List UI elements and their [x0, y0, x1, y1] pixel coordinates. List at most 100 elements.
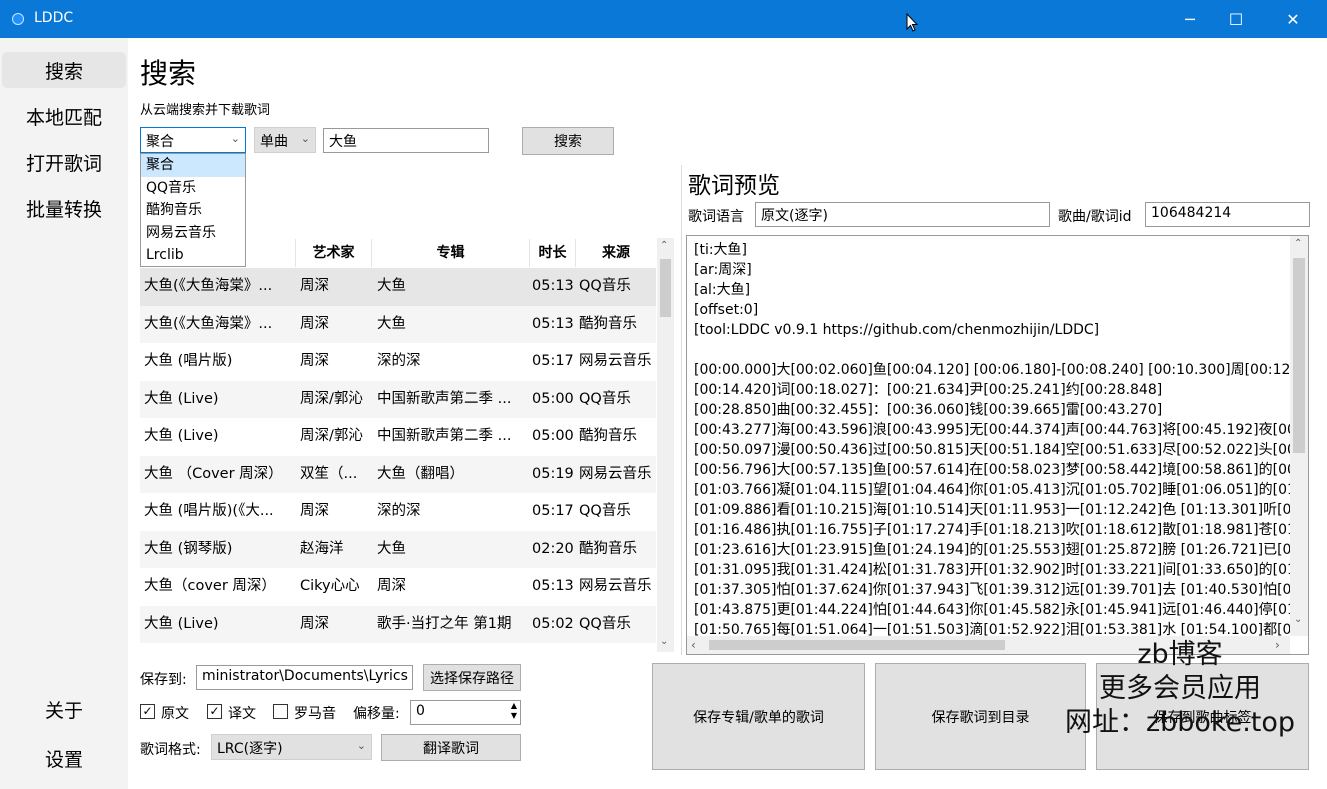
sidebar-item-settings[interactable]: 设置	[2, 740, 126, 776]
cell-title: 大鱼（cover 周深）	[144, 578, 276, 594]
cell-title: 大鱼 (唱片版)(《大...	[144, 503, 274, 519]
translate-button[interactable]: 翻译歌词	[381, 734, 521, 761]
table-row[interactable]: 大鱼(《大鱼海棠》... 周深 大鱼 05:13 QQ音乐	[140, 268, 656, 306]
search-button[interactable]: 搜索	[522, 127, 614, 155]
scroll-left-icon[interactable]: ‹	[691, 638, 696, 652]
cell-album: 深的深	[377, 353, 421, 369]
lyrics-line: [al:大鱼]	[694, 282, 751, 298]
results-table-body: 大鱼(《大鱼海棠》... 周深 大鱼 05:13 QQ音乐 大鱼(《大鱼海棠》... 周深大…	[140, 268, 656, 652]
source-select[interactable]: 聚合 ⌄	[140, 127, 246, 153]
cell-source: QQ音乐	[579, 615, 631, 632]
cell-duration: 05:19	[532, 465, 574, 482]
scrollbar-thumb[interactable]	[660, 259, 671, 317]
romaji-checkbox[interactable]	[273, 704, 288, 719]
scrollbar-thumb[interactable]	[709, 640, 1005, 650]
original-checkbox[interactable]: ✓	[140, 704, 155, 719]
window-title: LDDC	[34, 10, 74, 26]
lyrics-line: [00:50.097]漫[00:50.436]过[00:50.815]天[00:…	[694, 442, 1309, 458]
format-label: 歌词格式:	[140, 742, 201, 758]
source-dropdown-list: 聚合 QQ音乐 酷狗音乐 网易云音乐 Lrclib	[140, 153, 246, 267]
close-button[interactable]: ✕	[1270, 0, 1316, 38]
lyrics-preview-box[interactable]: [ti:大鱼] [ar:周深] [al:大鱼] [offset:0] [tool:LDD…	[686, 235, 1309, 655]
table-row[interactable]: 大鱼 (唱片版) 周深 深的深 05:17 网易云音乐	[140, 343, 656, 381]
dropdown-option[interactable]: QQ音乐	[141, 177, 245, 200]
dropdown-option[interactable]: 酷狗音乐	[141, 199, 245, 222]
cell-album: 周深	[377, 578, 406, 594]
table-row[interactable]: 大鱼(《大鱼海棠》... 周深 大鱼 05:13 酷狗音乐	[140, 305, 656, 343]
save-album-lyrics-button[interactable]: 保存专辑/歌单的歌词	[652, 663, 865, 770]
type-select[interactable]: 单曲 ⌄	[254, 127, 316, 153]
sidebar-item-label: 搜索	[44, 60, 83, 83]
song-id-field[interactable]: 106484214	[1145, 202, 1310, 227]
cell-artist: 周深/郭沁	[300, 390, 363, 407]
scrollbar-thumb[interactable]	[1293, 258, 1305, 453]
spin-arrows-icon[interactable]: ▲ ▼	[511, 701, 517, 721]
format-select[interactable]: LRC(逐字) ⌄	[211, 734, 372, 760]
column-header-artist[interactable]: 艺术家	[296, 239, 372, 267]
column-header-source[interactable]: 来源	[576, 239, 656, 267]
table-row[interactable]: 大鱼 (Live) 周深/郭沁 中国新歌声第二季 ... 05:00 QQ音乐	[140, 380, 656, 418]
sidebar-item-about[interactable]: 关于	[2, 691, 126, 727]
cell-artist: 周深/郭沁	[300, 428, 363, 444]
cell-album: 歌手·当打之年 第1期	[377, 615, 512, 632]
scroll-up-icon[interactable]: ⌃	[1294, 238, 1302, 249]
cell-source: 酷狗音乐	[579, 428, 637, 444]
lyrics-vertical-scrollbar[interactable]: ⌃ ⌄	[1290, 236, 1308, 636]
save-to-label: 保存到:	[140, 672, 187, 688]
dropdown-option[interactable]: 聚合	[141, 154, 245, 177]
cell-title: 大鱼 (唱片版)	[144, 353, 233, 369]
results-scrollbar[interactable]: ⌃ ⌄	[657, 238, 674, 652]
save-path-input[interactable]: ministrator\Documents\Lyrics	[196, 665, 413, 690]
table-row[interactable]: 大鱼（cover 周深） Ciky心心 周深 05:13 网易云音乐	[140, 568, 656, 606]
offset-spinbox[interactable]: 0 ▲ ▼	[410, 700, 521, 725]
lyrics-line: [00:14.420]词[00:18.027]：[00:21.634]尹[00:…	[694, 382, 1163, 398]
lyrics-line	[694, 340, 1308, 360]
column-header-duration[interactable]: 时长	[530, 239, 576, 267]
table-row[interactable]: 大鱼 (唱片版)(《大... 周深 深的深 05:17 QQ音乐	[140, 493, 656, 531]
lyrics-line: [01:03.766]凝[01:04.115]望[01:04.464]你[01:…	[694, 482, 1309, 498]
cell-title: 大鱼 (钢琴版)	[144, 540, 233, 557]
cell-title: 大鱼(《大鱼海棠》...	[144, 315, 273, 332]
cell-album: 中国新歌声第二季 ...	[377, 428, 512, 444]
cell-title: 大鱼 （Cover 周深）	[144, 465, 283, 482]
dropdown-option[interactable]: Lrclib	[141, 244, 245, 267]
minimize-button[interactable]: ─	[1167, 0, 1213, 38]
translation-checkbox[interactable]: ✓	[207, 704, 222, 719]
table-row[interactable]: 大鱼 (钢琴版) 赵海洋 大鱼 02:20 酷狗音乐	[140, 530, 656, 568]
sidebar-item-batch-convert[interactable]: 批量转换	[2, 190, 126, 226]
maximize-button[interactable]: ☐	[1213, 0, 1259, 38]
sidebar-item-search[interactable]: 搜索	[2, 52, 126, 88]
translation-checkbox-label: 译文	[228, 706, 256, 722]
cell-duration: 02:20	[532, 540, 574, 557]
sidebar-item-open-lyrics[interactable]: 打开歌词	[2, 144, 126, 180]
dropdown-option[interactable]: 网易云音乐	[141, 222, 245, 245]
choose-path-button[interactable]: 选择保存路径	[423, 664, 521, 691]
cell-artist: 赵海洋	[300, 540, 344, 557]
search-input[interactable]: 大鱼	[323, 128, 489, 153]
scroll-down-icon[interactable]: ⌄	[660, 636, 668, 647]
source-select-value: 聚合	[146, 134, 174, 150]
cell-source: 网易云音乐	[579, 353, 652, 369]
cell-duration: 05:13	[532, 315, 574, 332]
column-header-album[interactable]: 专辑	[372, 239, 530, 267]
table-row[interactable]: 大鱼 (Live) 周深 歌手·当打之年 第1期 05:02 QQ音乐	[140, 605, 656, 643]
lyrics-line: [00:28.850]曲[00:32.455]：[00:36.060]钱[00:…	[694, 402, 1163, 418]
chevron-down-icon: ⌄	[356, 739, 366, 752]
lyrics-line: [01:37.305]怕[01:37.624]你[01:37.943]飞[01:…	[694, 582, 1306, 598]
cell-artist: 周深	[300, 278, 329, 294]
cell-source: 网易云音乐	[579, 465, 652, 482]
sidebar-item-local-match[interactable]: 本地匹配	[2, 98, 126, 134]
format-select-value: LRC(逐字)	[217, 741, 283, 757]
table-row[interactable]: 大鱼 （Cover 周深） 双笙（... 大鱼（翻唱） 05:19 网易云音乐	[140, 455, 656, 493]
lyrics-line: [ar:周深]	[694, 262, 752, 278]
cell-title: 大鱼 (Live)	[144, 390, 219, 407]
table-row[interactable]: 大鱼 (Live) 周深/郭沁 中国新歌声第二季 ... 05:00 酷狗音乐	[140, 418, 656, 456]
scroll-up-icon[interactable]: ⌃	[660, 240, 668, 251]
lyrics-language-field[interactable]: 原文(逐字)	[755, 202, 1050, 227]
cell-source: QQ音乐	[579, 503, 631, 519]
cell-source: 网易云音乐	[579, 578, 652, 594]
page-subtitle: 从云端搜索并下载歌词	[140, 103, 271, 118]
cell-source: QQ音乐	[579, 278, 631, 294]
scroll-down-icon[interactable]: ⌄	[1294, 614, 1302, 625]
lyrics-line: [ti:大鱼]	[694, 242, 748, 258]
